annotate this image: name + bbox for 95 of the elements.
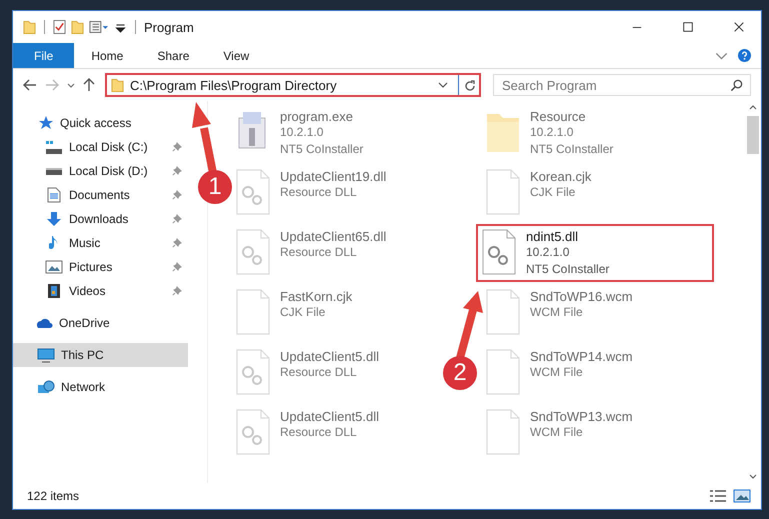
refresh-icon[interactable] xyxy=(465,80,475,90)
file-name[interactable]: SndToWP14.wcm xyxy=(530,349,633,364)
up-arrow-icon[interactable] xyxy=(83,78,95,92)
nav-item[interactable]: Music xyxy=(13,231,188,255)
blank-file-icon xyxy=(486,409,520,455)
file-name[interactable]: program.exe xyxy=(280,109,364,124)
blank-file-icon xyxy=(486,289,520,335)
file-name[interactable]: UpdateClient65.dll xyxy=(280,229,386,244)
pin-icon[interactable] xyxy=(172,214,182,224)
file-name[interactable]: UpdateClient19.dll xyxy=(280,169,386,184)
address-path: C:\Program Files\Program Directory xyxy=(130,78,338,92)
download-icon xyxy=(46,211,62,227)
scrollbar-thumb[interactable] xyxy=(746,116,758,154)
nav-item[interactable]: Quick access xyxy=(13,111,188,135)
file-detail: Resource DLL xyxy=(280,244,358,261)
file-detail: CJK File xyxy=(280,304,326,321)
file-name[interactable]: SndToWP16.wcm xyxy=(530,289,633,304)
blank-file-icon xyxy=(236,289,270,335)
file-detail: WCM File xyxy=(530,304,584,321)
pin-icon[interactable] xyxy=(172,166,182,176)
back-arrow-icon[interactable] xyxy=(23,79,37,91)
ribbon-tab[interactable]: Home xyxy=(74,43,140,68)
help-icon[interactable] xyxy=(738,49,751,62)
search-field[interactable]: Search Program xyxy=(493,74,751,96)
minimize-icon[interactable] xyxy=(631,24,643,30)
search-icon[interactable] xyxy=(730,79,743,92)
nav-item[interactable]: This PC xyxy=(13,343,188,367)
thumbnails-view-icon[interactable] xyxy=(733,489,751,503)
address-bar[interactable]: C:\Program Files\Program Directory xyxy=(105,73,481,97)
ribbon-tab[interactable]: View xyxy=(206,43,266,68)
chevron-down-icon[interactable] xyxy=(438,81,448,89)
file-detail: NT5 CoInstaller xyxy=(526,261,610,278)
pictures-icon xyxy=(45,260,63,274)
nav-item[interactable]: Pictures xyxy=(13,255,188,279)
gear-file-icon xyxy=(236,169,270,215)
cloud-icon xyxy=(37,318,53,328)
nav-item[interactable]: Local Disk (C:) xyxy=(13,135,188,159)
pin-icon[interactable] xyxy=(172,286,182,296)
scroll-up-icon[interactable] xyxy=(748,105,756,110)
pin-icon[interactable] xyxy=(172,238,182,248)
gear-file-icon xyxy=(482,229,516,275)
file-detail: CJK File xyxy=(530,184,576,201)
file-detail: 10.2.1.0 xyxy=(526,244,570,261)
star-icon xyxy=(37,116,54,130)
nav-item[interactable]: Documents xyxy=(13,183,188,207)
arrow xyxy=(456,291,483,360)
file-detail: NT5 CoInstaller xyxy=(530,141,614,158)
nav-item[interactable]: Videos xyxy=(13,279,188,303)
pc-icon xyxy=(37,348,55,362)
nav-item[interactable]: OneDrive xyxy=(13,311,188,335)
blank-file-icon xyxy=(486,169,520,215)
file-name[interactable]: Korean.cjk xyxy=(530,169,592,184)
details-view-icon[interactable] xyxy=(709,489,727,503)
drive-icon xyxy=(45,166,63,176)
nav-item[interactable]: Downloads xyxy=(13,207,188,231)
music-icon xyxy=(49,235,59,251)
pin-icon[interactable] xyxy=(172,142,182,152)
file-detail: Resource DLL xyxy=(280,424,358,441)
file-detail: Resource DLL xyxy=(280,364,358,381)
videos-icon xyxy=(47,283,61,299)
gear-file-icon xyxy=(236,349,270,395)
nav-item[interactable]: Network xyxy=(13,375,188,399)
pin-icon[interactable] xyxy=(172,262,182,272)
file-name[interactable]: UpdateClient5.dll xyxy=(280,349,380,364)
document-icon xyxy=(47,187,61,203)
file-name[interactable]: UpdateClient5.dll xyxy=(280,409,380,424)
network-icon xyxy=(37,380,55,394)
view-list-icon[interactable] xyxy=(89,19,109,35)
file-detail: 10.2.1.0 xyxy=(530,124,574,141)
file-name[interactable]: SndToWP13.wcm xyxy=(530,409,633,424)
nav-item[interactable]: Local Disk (D:) xyxy=(13,159,188,183)
file-detail: WCM File xyxy=(530,424,584,441)
folder-icon xyxy=(111,78,124,92)
file-name[interactable]: FastKorn.cjk xyxy=(280,289,352,304)
blank-file-icon xyxy=(486,349,520,395)
pin-icon[interactable] xyxy=(172,190,182,200)
scroll-down-icon[interactable] xyxy=(748,474,756,479)
item-count: 122 items xyxy=(27,489,80,503)
window-title: Program xyxy=(144,20,194,34)
file-detail: Resource DLL xyxy=(280,184,358,201)
ribbon-tab[interactable]: File xyxy=(13,43,74,68)
maximize-icon[interactable] xyxy=(682,21,694,33)
ribbon-tab[interactable]: Share xyxy=(140,43,206,68)
gear-file-icon xyxy=(236,229,270,275)
file-name[interactable]: Resource xyxy=(530,109,614,124)
file-detail: WCM File xyxy=(530,364,584,381)
gear-file-icon xyxy=(236,409,270,455)
chevron-down-icon[interactable] xyxy=(67,82,75,88)
file-item[interactable]: ndint5.dll 10.2.1.0 NT5 CoInstaller xyxy=(476,224,714,282)
drive-icon xyxy=(45,140,63,154)
file-detail: NT5 CoInstaller xyxy=(280,141,364,158)
properties-icon[interactable] xyxy=(53,19,66,35)
file-detail: 10.2.1.0 xyxy=(280,124,324,141)
file-name: ndint5.dll xyxy=(526,229,580,244)
close-icon[interactable] xyxy=(733,21,745,33)
